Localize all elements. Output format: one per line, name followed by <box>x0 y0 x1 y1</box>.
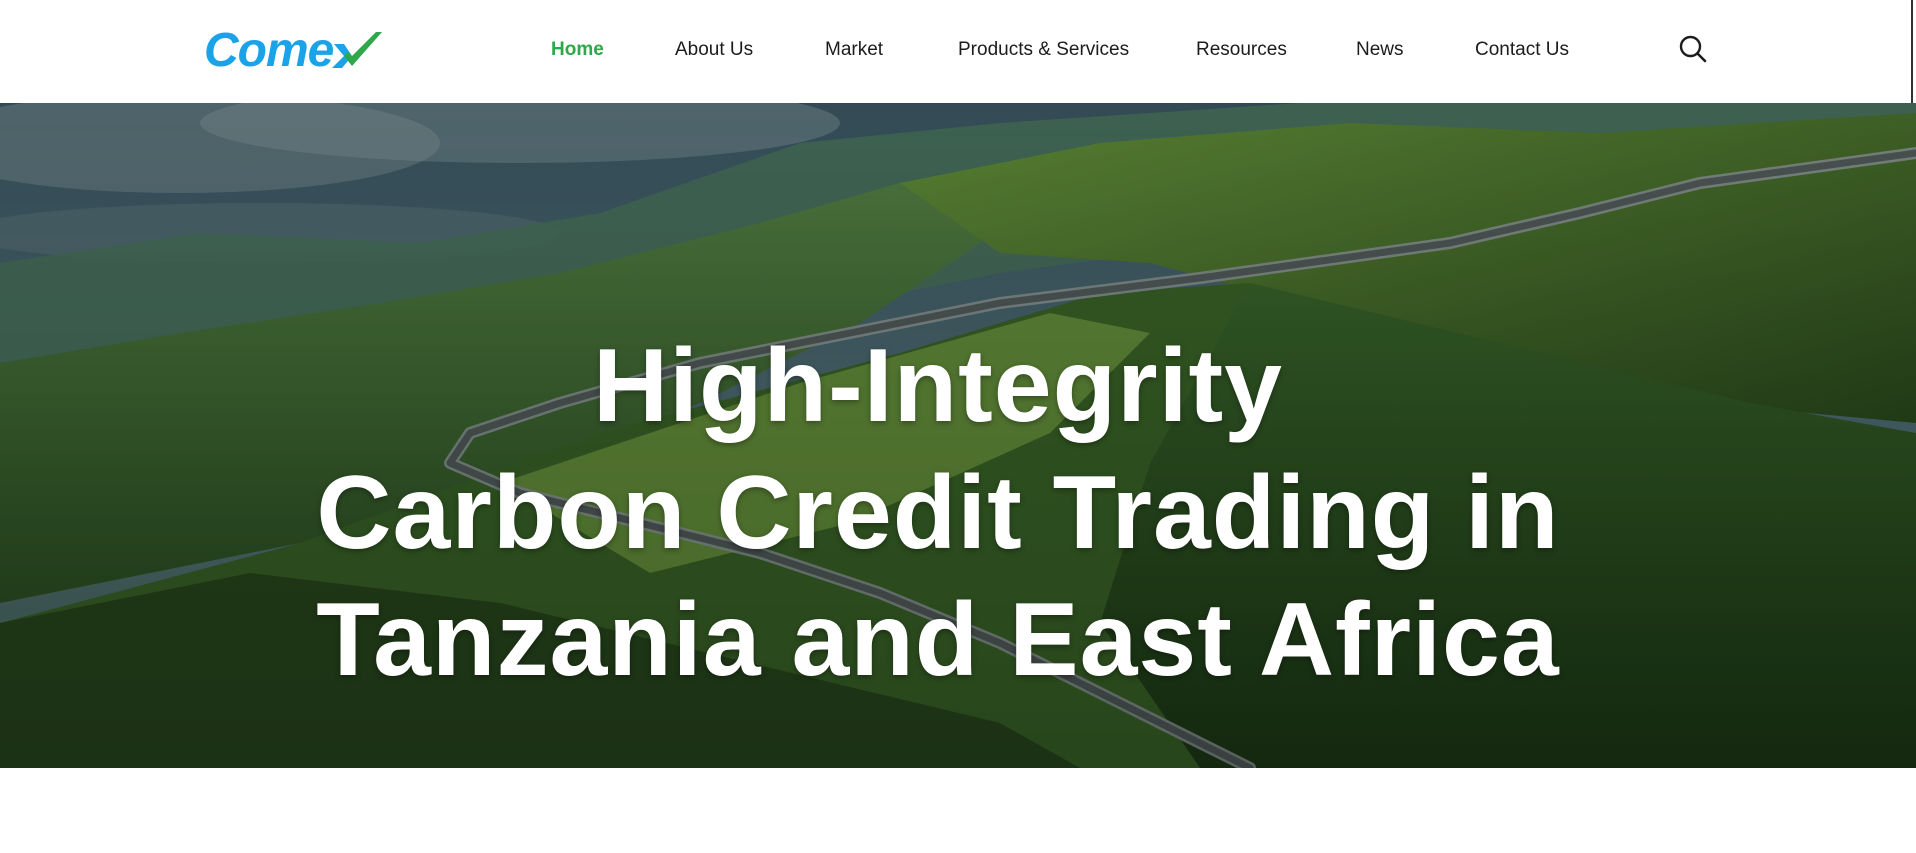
hero-banner: High-Integrity Carbon Credit Trading in … <box>0 103 1916 768</box>
search-icon <box>1679 35 1707 63</box>
nav-market[interactable]: Market <box>825 38 883 62</box>
nav-about-us[interactable]: About Us <box>675 38 753 62</box>
nav-contact-us[interactable]: Contact Us <box>1475 38 1569 62</box>
window-edge <box>1911 0 1913 103</box>
hero-title: High-Integrity Carbon Credit Trading in … <box>0 323 1916 704</box>
search-button[interactable] <box>1678 34 1708 64</box>
hero-title-line-1: High-Integrity <box>593 327 1283 444</box>
main-nav: Home About Us Market Products & Services… <box>0 0 1916 103</box>
site-header: Come Home About Us Market Products & Ser… <box>0 0 1916 103</box>
nav-news[interactable]: News <box>1356 38 1404 62</box>
nav-resources[interactable]: Resources <box>1196 38 1287 62</box>
hero-title-line-2: Carbon Credit Trading in <box>316 454 1560 571</box>
nav-home[interactable]: Home <box>551 38 604 62</box>
hero-title-line-3: Tanzania and East Africa <box>316 581 1560 698</box>
nav-products-services[interactable]: Products & Services <box>958 38 1129 62</box>
